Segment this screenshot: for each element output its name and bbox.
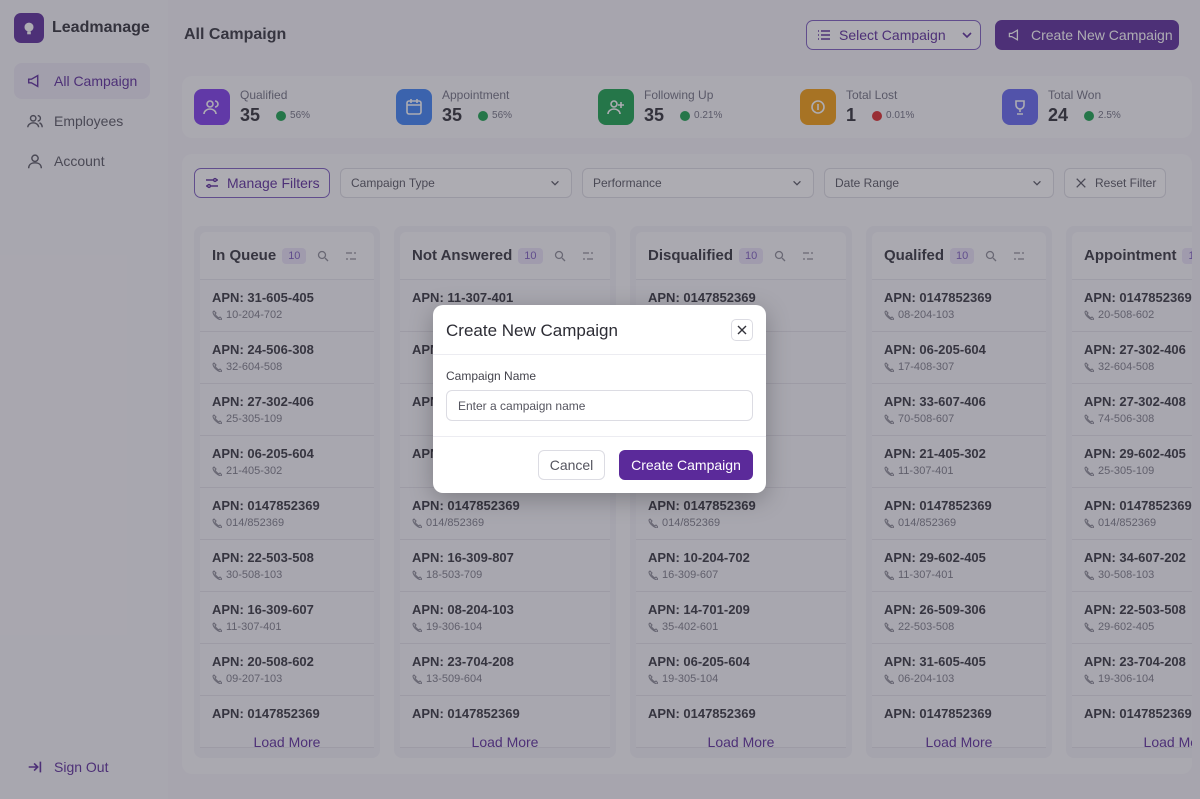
divider	[433, 354, 766, 355]
create-campaign-submit-button[interactable]: Create Campaign	[619, 450, 753, 480]
app-root: Leadmanage All Campaign Employees Accoun…	[0, 0, 1200, 799]
create-campaign-modal: Create New Campaign Campaign Name Cancel…	[433, 305, 766, 493]
campaign-name-label: Campaign Name	[446, 369, 537, 383]
campaign-name-input[interactable]	[446, 390, 753, 421]
close-button[interactable]	[731, 319, 753, 341]
divider	[433, 436, 766, 437]
modal-title: Create New Campaign	[446, 321, 618, 340]
close-icon	[737, 325, 747, 335]
cancel-button[interactable]: Cancel	[538, 450, 605, 480]
